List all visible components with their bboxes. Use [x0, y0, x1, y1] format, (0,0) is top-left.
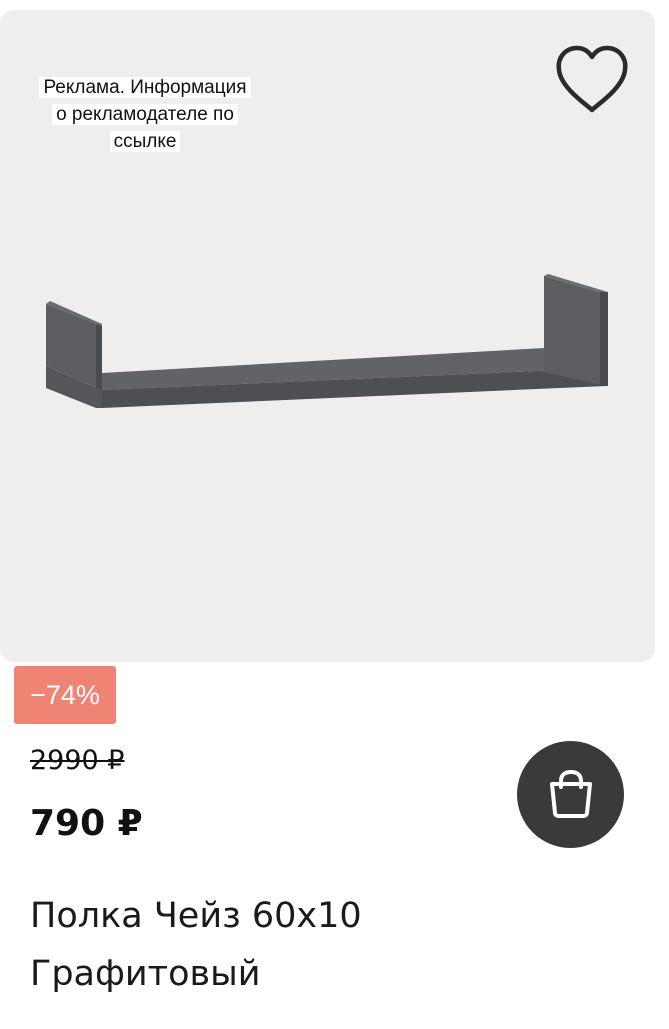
old-price: 2990 ₽ [30, 745, 125, 776]
heart-outline-icon [556, 45, 628, 113]
ad-notice-line-1: Реклама. Информация [39, 77, 251, 98]
product-card[interactable]: Реклама. Информация о рекламодателе по с… [0, 0, 669, 1029]
ad-notice[interactable]: Реклама. Информация о рекламодателе по с… [20, 74, 270, 155]
shopping-bag-icon [550, 769, 592, 818]
favorite-button[interactable] [553, 44, 631, 116]
product-image-area[interactable]: Реклама. Информация о рекламодателе по с… [0, 10, 655, 662]
product-title-line-2: Графитовый [30, 954, 261, 994]
ad-notice-line-2: о рекламодателе по [52, 104, 238, 125]
product-title-line-1: Полка Чейз 60х10 [30, 896, 362, 936]
product-title[interactable]: Полка Чейз 60х10 Графитовый [30, 887, 650, 1003]
add-to-cart-button[interactable] [517, 741, 624, 848]
discount-badge: −74% [14, 666, 116, 724]
product-image-shelf [46, 274, 608, 408]
current-price: 790 ₽ [30, 803, 143, 844]
ad-notice-line-3: ссылке [109, 131, 181, 152]
